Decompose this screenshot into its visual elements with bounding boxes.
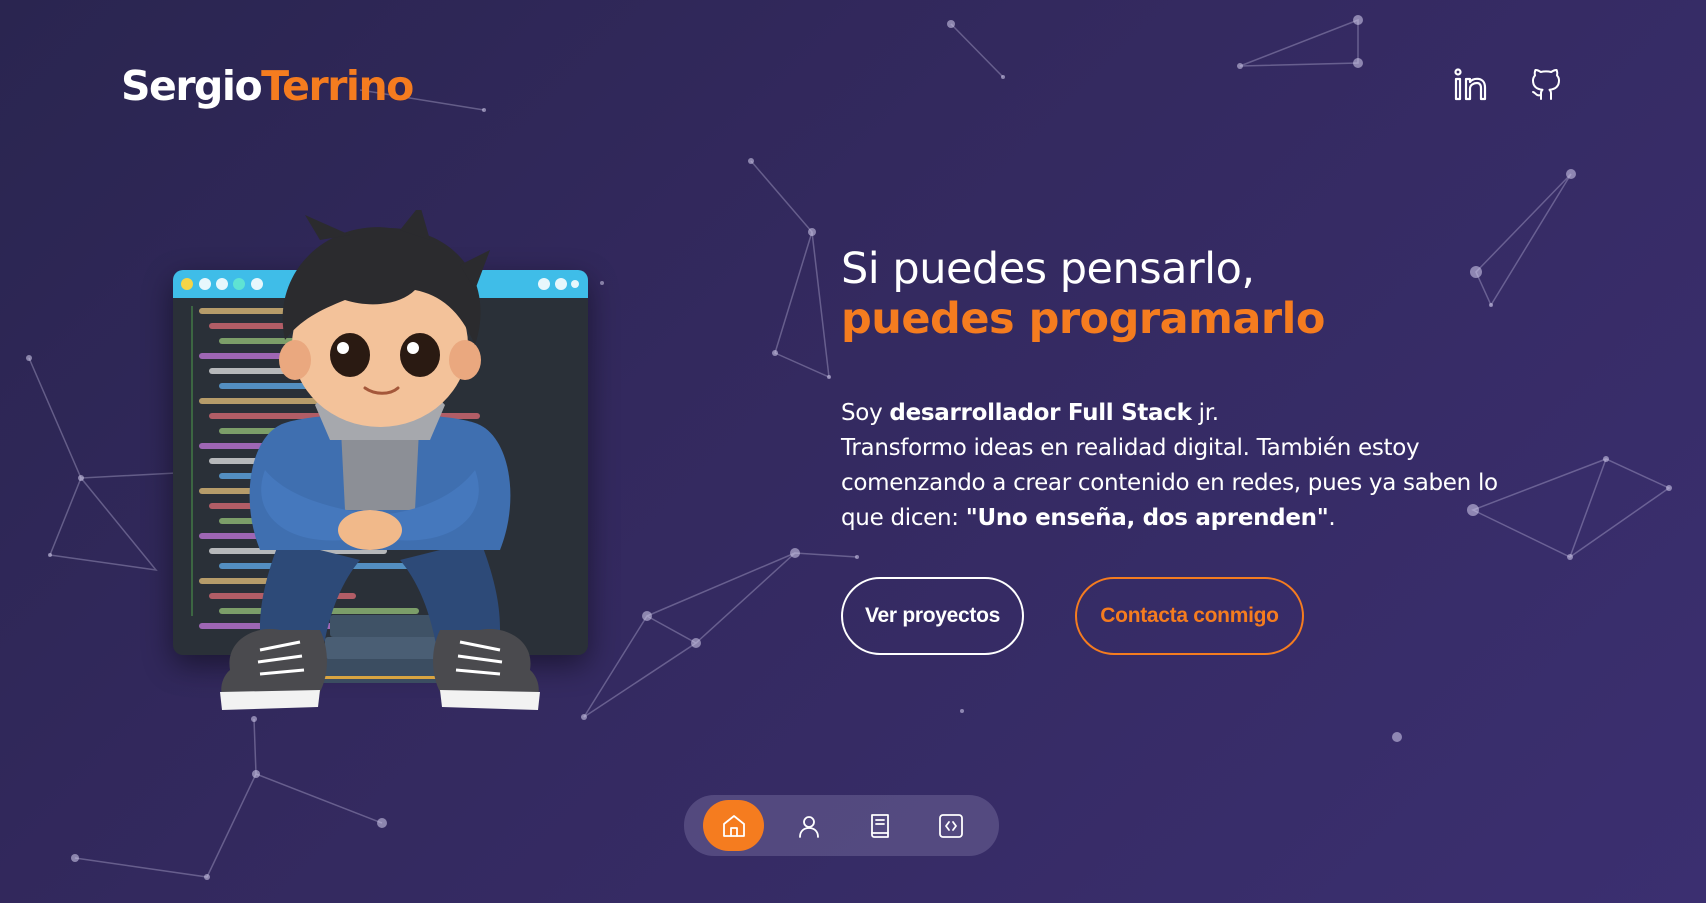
view-projects-button[interactable]: Ver proyectos <box>841 577 1024 655</box>
nav-about[interactable] <box>783 800 834 851</box>
user-icon <box>798 815 819 838</box>
desc-soy: Soy <box>841 400 883 426</box>
brand-logo[interactable]: SergioTerrino <box>121 62 414 110</box>
developer-character-illustration <box>220 210 540 710</box>
desc-role: desarrollador Full Stack <box>889 400 1192 426</box>
hero-title-line2: puedes programarlo <box>841 294 1325 344</box>
nav-home[interactable] <box>703 800 764 851</box>
brand-last-name: Terrino <box>261 62 414 110</box>
code-icon <box>938 813 963 838</box>
github-icon <box>1532 68 1560 100</box>
linkedin-icon <box>1454 68 1487 101</box>
linkedin-link[interactable] <box>1451 64 1491 104</box>
bottom-navigation <box>684 795 999 856</box>
hero-section: Si puedes pensarlo, puedes programarlo S… <box>841 244 1521 655</box>
brand-first-name: Sergio <box>121 62 263 110</box>
contact-me-button[interactable]: Contacta conmigo <box>1075 577 1304 655</box>
hero-title: Si puedes pensarlo, puedes programarlo <box>841 244 1521 344</box>
nav-projects[interactable] <box>925 800 976 851</box>
desc-quote: "Uno enseña, dos aprenden" <box>965 505 1329 531</box>
home-icon <box>722 814 745 837</box>
desc-end: . <box>1328 505 1336 531</box>
hero-illustration <box>170 210 590 730</box>
book-icon <box>870 813 889 838</box>
hero-title-line1: Si puedes pensarlo, <box>841 244 1255 294</box>
desc-jr: jr. <box>1198 400 1219 426</box>
nav-blog[interactable] <box>854 800 905 851</box>
hero-description: Soy desarrollador Full Stack jr. Transfo… <box>841 396 1501 536</box>
github-link[interactable] <box>1526 64 1566 104</box>
site-header: SergioTerrino <box>121 58 1561 114</box>
